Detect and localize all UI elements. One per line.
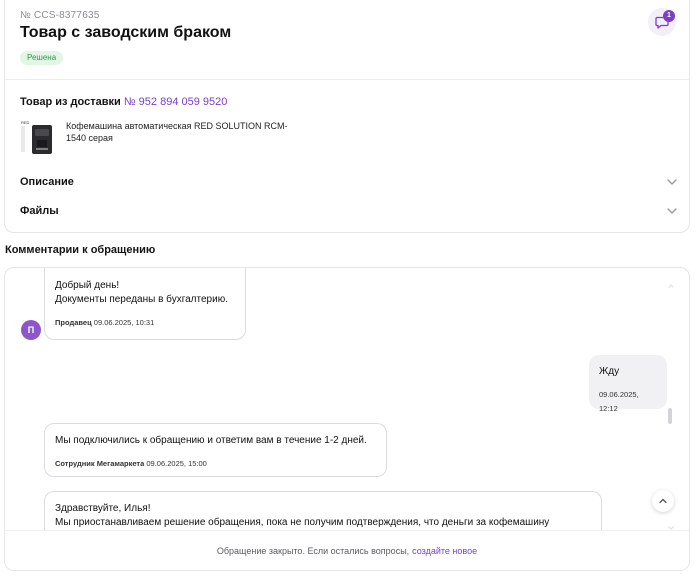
avatar: П [21, 320, 41, 340]
accordion-description-label: Описание [20, 176, 74, 188]
comment-author: Сотрудник Мегамаркета [55, 459, 145, 468]
scroll-up-arrow-icon[interactable] [667, 282, 675, 290]
ticket-closed-notice: Обращение закрыто. Если остались вопросы… [5, 530, 689, 570]
chevron-down-icon [667, 179, 677, 185]
accordion-files[interactable]: Файлы [20, 201, 678, 221]
comment-text-line: Здравствуйте, Илья! [55, 503, 151, 514]
comment-meta: Продавец 09.06.2025, 10:31 [55, 316, 235, 330]
accordion-files-label: Файлы [20, 205, 59, 217]
scrollbar-thumb[interactable] [668, 408, 672, 424]
comment-text-line: Мы приостанавливаем решение обращения, п… [55, 517, 550, 528]
delivery-line: Товар из доставки № 952 894 059 9520 [20, 96, 227, 108]
header-divider [4, 79, 690, 80]
comment-meta: Сотрудник Мегамаркета 09.06.2025, 15:00 [55, 457, 376, 471]
delivery-label: Товар из доставки [20, 96, 121, 108]
coffee-machine-icon: RED [18, 118, 56, 156]
comment-time: 09.06.2025, 15:00 [146, 459, 207, 468]
ticket-number: № CCS-8377635 [20, 10, 100, 21]
chevron-down-icon [667, 208, 677, 214]
delivery-number-link[interactable]: № 952 894 059 9520 [124, 96, 228, 108]
comment-text-line: Мы подключились к обращению и ответим ва… [55, 435, 367, 446]
comments-title: Комментарии к обращению [5, 244, 156, 256]
comment-text-line: Жду [599, 366, 620, 377]
accordion-description[interactable]: Описание [20, 172, 678, 192]
ticket-title: Товар с заводским браком [20, 24, 232, 41]
chevron-up-icon [659, 498, 667, 504]
comment-bubble-seller: Добрый день! Документы переданы в бухгал… [44, 268, 246, 340]
svg-text:RED: RED [21, 120, 30, 125]
scroll-to-top-button[interactable] [652, 490, 674, 512]
ticket-closed-text: Обращение закрыто. Если остались вопросы… [216, 545, 410, 556]
comment-author: Продавец [55, 318, 92, 327]
comment-time: 09.06.2025, 12:12 [599, 390, 639, 413]
product-image: RED [18, 118, 56, 156]
create-new-ticket-link[interactable]: создайте новое [412, 546, 477, 556]
comment-bubble-staff: Мы подключились к обращению и ответим ва… [44, 423, 387, 477]
comment-time: 09.06.2025, 10:31 [93, 318, 155, 327]
chat-button[interactable]: 1 [648, 8, 676, 36]
comment-bubble-user: Жду 09.06.2025, 12:12 [589, 355, 667, 413]
status-badge: Решена [20, 51, 64, 65]
chat-unread-badge: 1 [663, 10, 675, 22]
comment-text-line: Документы переданы в бухгалтерию. [55, 294, 228, 305]
product-name[interactable]: Кофемашина автоматическая RED SOLUTION R… [66, 120, 306, 144]
comments-panel[interactable]: Добрый день! Документы переданы в бухгал… [4, 267, 690, 571]
comment-meta: 09.06.2025, 12:12 [599, 388, 657, 416]
comment-text-line: Добрый день! [55, 280, 120, 291]
